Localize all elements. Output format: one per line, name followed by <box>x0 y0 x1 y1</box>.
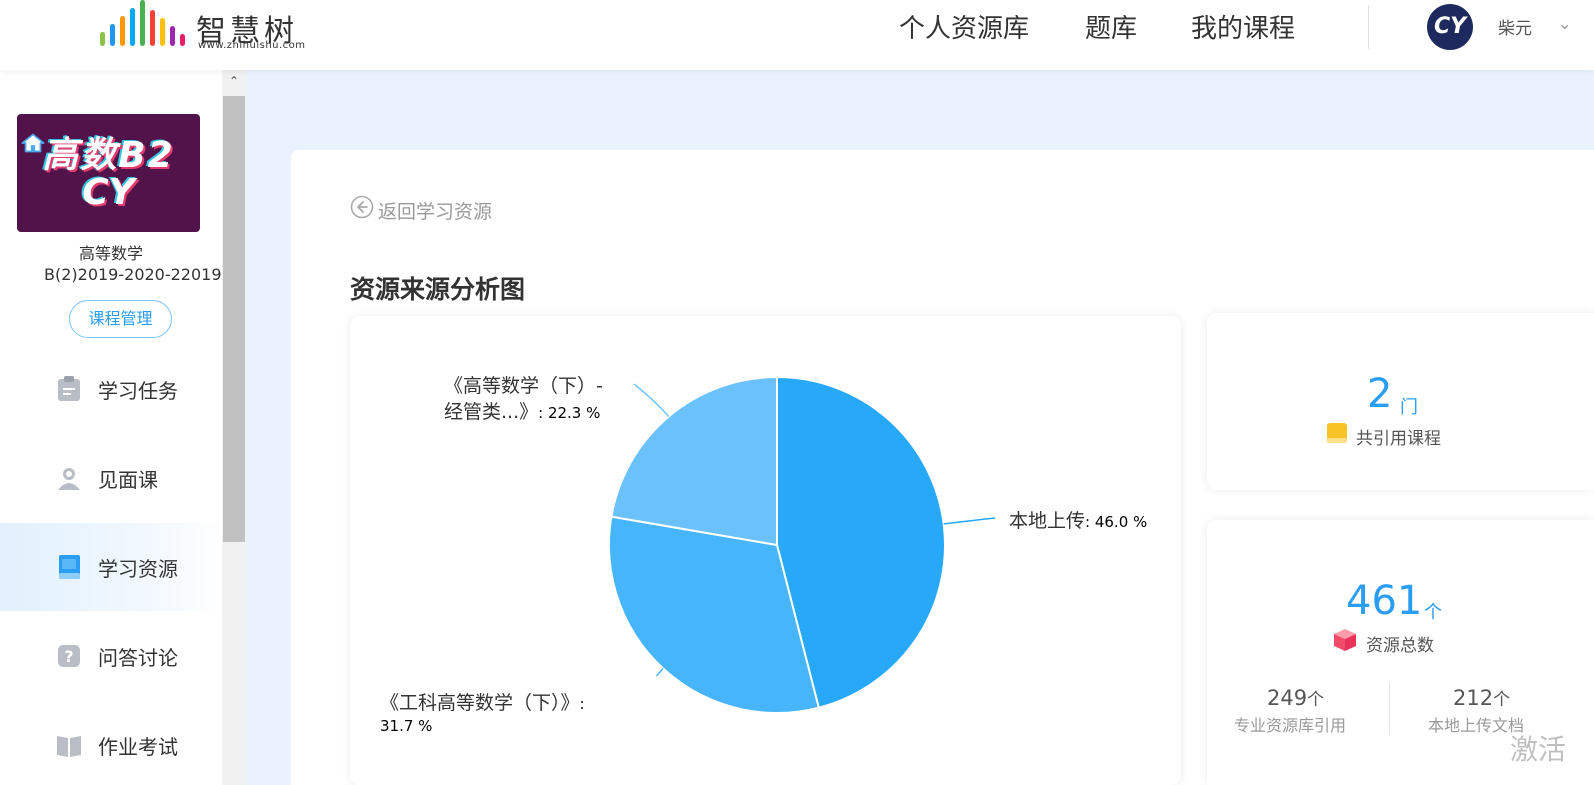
yellow-book-icon <box>1327 423 1347 443</box>
book-icon <box>59 555 80 579</box>
sidebar-item-learning-resources[interactable]: 学习资源 <box>0 523 222 611</box>
slice-label-economics-line1: 《高等数学（下）- <box>444 375 603 397</box>
logo-bars-icon <box>98 0 190 56</box>
referenced-courses-label: 共引用课程 <box>1356 429 1441 449</box>
leader-line <box>943 517 996 525</box>
svg-text:?: ? <box>64 647 73 666</box>
back-link-text: 返回学习资源 <box>378 201 493 223</box>
pie-slices <box>608 375 946 714</box>
sidebar-item-label: 学习资源 <box>98 557 178 581</box>
zhihuishu-logo[interactable]: 智慧树 www.zhihuishu.com <box>98 0 308 56</box>
sidebar-scrollbar[interactable]: ⌃ <box>222 70 246 785</box>
total-resources-label: 资源总数 <box>1366 636 1434 656</box>
slice-label-engineering: 《工科高等数学（下）》: <box>380 692 585 714</box>
scroll-up-icon[interactable]: ⌃ <box>222 74 246 88</box>
total-resources-unit: 个 <box>1424 602 1442 623</box>
slice-label-local: 本地上传: 46.0 % <box>1009 510 1147 532</box>
leader-line <box>633 383 670 418</box>
activation-watermark: 激活 <box>1510 733 1567 766</box>
sidebar-item-homework-exam[interactable]: 作业考试 <box>0 701 222 785</box>
leader-line <box>656 668 664 677</box>
home-icon[interactable] <box>16 128 50 158</box>
stat-divider <box>1389 683 1390 735</box>
referenced-courses-card: 2 门 共引用课程 <box>1207 313 1594 490</box>
cover-subtitle: CY <box>82 172 135 213</box>
sidebar-item-learning-tasks[interactable]: 学习任务 <box>0 345 222 433</box>
open-book-icon <box>57 736 81 757</box>
clipboard-icon <box>58 376 80 401</box>
chevron-down-icon[interactable]: ⌄ <box>1558 14 1571 33</box>
cube-icon <box>1334 629 1356 651</box>
slice-percent: : 22.3 % <box>538 404 600 422</box>
library-reference-label: 专业资源库引用 <box>1234 716 1347 735</box>
slice-name: 经管类...》 <box>444 401 538 423</box>
person-icon <box>58 468 80 490</box>
referenced-courses-unit: 门 <box>1400 397 1418 418</box>
nav-personal-library[interactable]: 个人资源库 <box>899 8 1029 45</box>
sidebar-item-label: 学习任务 <box>98 379 178 403</box>
username[interactable]: 柴元 <box>1498 14 1532 39</box>
slice-name: 《工科高等数学（下）》 <box>380 692 580 714</box>
sidebar-item-qa-discussion[interactable]: ? 问答讨论 <box>0 612 222 700</box>
library-reference-count: 249个 <box>1267 686 1325 710</box>
course-term: B(2)2019-2020-22019- <box>44 265 222 284</box>
sidebar: 高数B2 CY 高等数学 B(2)2019-2020-22019- 课程管理 学… <box>0 70 222 785</box>
slice-economics-math[interactable] <box>610 375 778 547</box>
avatar[interactable]: CY <box>1427 4 1473 50</box>
pie-chart-card: 本地上传: 46.0 % 《工科高等数学（下）》: 31.7 % 《高等数学（下… <box>350 316 1181 785</box>
sidebar-item-label: 作业考试 <box>98 735 178 759</box>
logo-url: www.zhihuishu.com <box>198 40 306 51</box>
slice-label-economics-line2: 经管类...》: 22.3 % <box>444 401 600 423</box>
arrow-left-circle-icon <box>350 195 374 219</box>
top-header: 智慧树 www.zhihuishu.com 个人资源库 题库 我的课程 CY 柴… <box>0 0 1594 70</box>
sidebar-item-meeting-class[interactable]: 见面课 <box>0 434 222 522</box>
local-upload-count: 212个 <box>1453 686 1511 710</box>
nav-question-bank[interactable]: 题库 <box>1085 8 1137 45</box>
slice-name: 本地上传 <box>1009 510 1085 532</box>
nav-my-courses[interactable]: 我的课程 <box>1191 8 1295 45</box>
course-name: 高等数学 <box>78 244 143 263</box>
slice-percent: : 46.0 % <box>1085 513 1147 531</box>
sidebar-item-label: 问答讨论 <box>98 646 178 670</box>
nav-divider <box>1368 5 1369 49</box>
total-resources-count: 461 <box>1346 578 1423 624</box>
slice-percent-engineering: 31.7 % <box>380 717 432 735</box>
referenced-courses-count: 2 <box>1367 371 1393 417</box>
course-manage-button[interactable]: 课程管理 <box>69 300 172 338</box>
resource-source-pie-chart: 本地上传: 46.0 % 《工科高等数学（下）》: 31.7 % 《高等数学（下… <box>380 375 1147 735</box>
sidebar-item-label: 见面课 <box>98 468 158 492</box>
scrollbar-thumb[interactable] <box>223 96 245 542</box>
page-title: 资源来源分析图 <box>350 275 526 304</box>
question-icon: ? <box>58 645 80 667</box>
